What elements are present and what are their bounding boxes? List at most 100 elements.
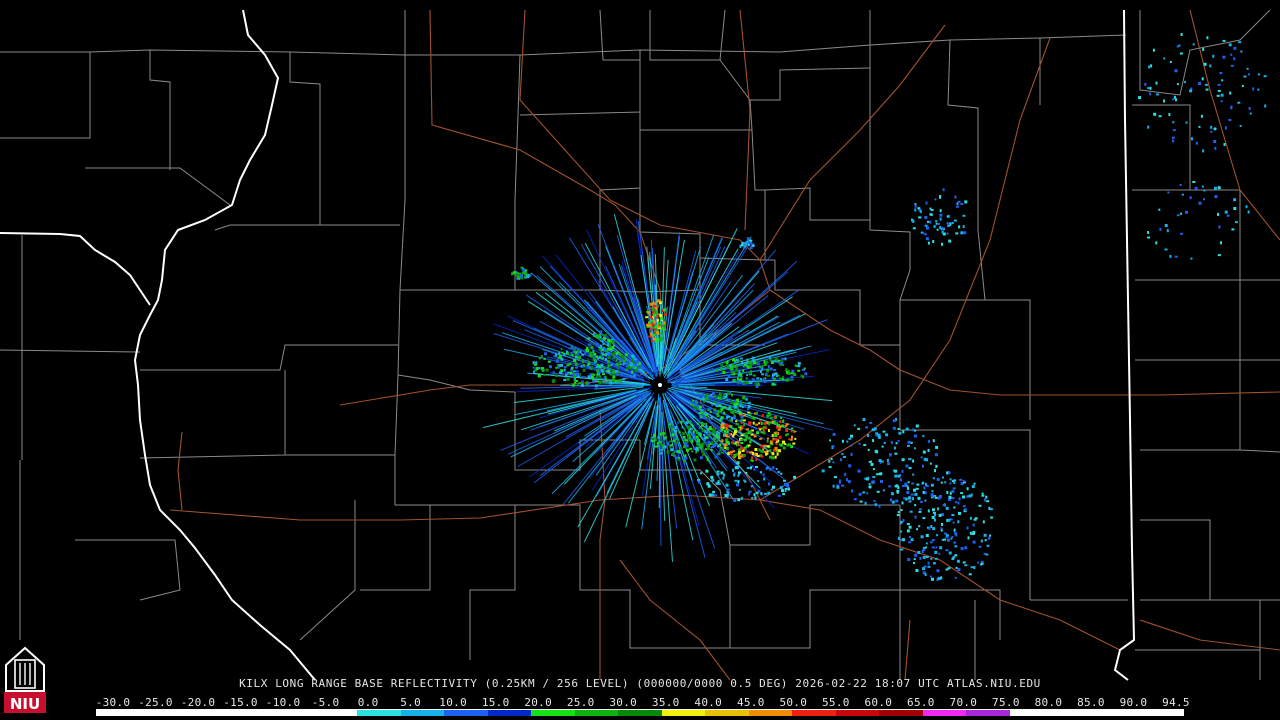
echo-pixel <box>953 506 956 509</box>
echo-pixel <box>663 312 667 316</box>
echo-pixel <box>774 372 778 376</box>
echo-pixel <box>720 364 724 367</box>
echo-pixel <box>879 472 883 476</box>
echo-pixel <box>592 377 595 381</box>
color-bar-segment <box>400 710 445 716</box>
echo-pixel <box>671 433 675 437</box>
echo-pixel <box>785 423 789 426</box>
scale-label: 20.0 <box>524 696 553 709</box>
echo-pixel <box>989 508 993 511</box>
echo-pixel <box>533 363 537 366</box>
echo-pixel <box>625 368 628 371</box>
echo-pixel <box>538 357 541 360</box>
echo-pixel <box>618 373 621 376</box>
echo-pixel <box>787 371 791 375</box>
echo-pixel <box>669 423 671 426</box>
echo-pixel <box>717 480 720 484</box>
echo-pixel <box>622 359 626 362</box>
echo-pixel <box>604 347 607 350</box>
echo-pixel <box>1246 67 1249 70</box>
echo-pixel <box>733 379 736 382</box>
echo-pixel <box>751 497 754 499</box>
echo-pixel <box>790 445 793 448</box>
echo-pixel <box>769 449 772 452</box>
niu-logo-text: NIU <box>10 695 40 713</box>
echo-pixel <box>738 471 741 474</box>
echo-pixel <box>747 405 751 408</box>
echo-pixel <box>764 427 768 430</box>
echo-pixel <box>941 242 943 246</box>
echo-pixel <box>964 200 968 204</box>
scale-label: 75.0 <box>992 696 1020 709</box>
product-credit[interactable]: ATLAS.NIU.EDU <box>947 677 1041 690</box>
scale-label: -30.0 <box>95 696 131 709</box>
echo-pixel <box>779 377 782 381</box>
echo-pixel <box>927 509 930 513</box>
scale-label: 60.0 <box>864 696 893 709</box>
echo-pixel <box>690 423 693 426</box>
echo-pixel <box>571 354 574 357</box>
echo-pixel <box>897 440 900 443</box>
echo-pixel <box>752 417 756 420</box>
echo-pixel <box>748 361 752 363</box>
echo-pixel <box>872 439 875 443</box>
echo-pixel <box>1220 100 1223 103</box>
echo-pixel <box>600 344 603 347</box>
echo-pixel <box>730 393 733 397</box>
echo-pixel <box>970 566 974 569</box>
echo-pixel <box>755 411 758 415</box>
echo-pixel <box>555 366 558 369</box>
echo-pixel <box>738 488 741 491</box>
echo-pixel <box>768 414 772 417</box>
echo-pixel <box>841 484 845 487</box>
echo-pixel <box>906 491 910 494</box>
echo-pixel <box>910 538 914 542</box>
echo-pixel <box>738 444 741 447</box>
echo-pixel <box>740 415 744 419</box>
echo-pixel <box>1217 212 1219 216</box>
echo-pixel <box>922 435 925 438</box>
echo-pixel <box>711 478 715 482</box>
echo-pixel <box>959 478 963 481</box>
echo-pixel <box>1191 137 1193 141</box>
echo-pixel <box>677 450 681 454</box>
echo-pixel <box>740 434 744 437</box>
echo-pixel <box>1230 106 1233 110</box>
echo-pixel <box>1159 227 1162 231</box>
echo-pixel <box>883 442 886 444</box>
echo-pixel <box>863 444 867 446</box>
echo-pixel <box>713 437 716 441</box>
echo-pixel <box>907 444 910 447</box>
echo-pixel <box>788 369 791 372</box>
echo-pixel <box>954 576 957 579</box>
echo-pixel <box>940 527 943 530</box>
echo-pixel <box>524 276 527 278</box>
echo-pixel <box>948 518 951 522</box>
echo-pixel <box>951 497 955 500</box>
echo-pixel <box>763 362 767 366</box>
echo-pixel <box>927 561 930 565</box>
echo-pixel <box>1144 82 1147 86</box>
radar-map[interactable] <box>0 0 1280 720</box>
echo-pixel <box>772 373 775 377</box>
echo-pixel <box>756 362 760 366</box>
echo-pixel <box>736 366 739 370</box>
echo-pixel <box>986 500 990 503</box>
product-title: LONG RANGE BASE REFLECTIVITY <box>275 677 478 690</box>
echo-pixel <box>974 517 978 520</box>
echo-pixel <box>686 436 689 439</box>
echo-pixel <box>1195 141 1198 145</box>
echo-pixel <box>766 437 769 440</box>
echo-pixel <box>984 539 987 542</box>
echo-pixel <box>736 377 739 381</box>
echo-pixel <box>611 340 615 343</box>
echo-pixel <box>756 431 759 435</box>
echo-pixel <box>719 367 723 370</box>
echo-pixel <box>990 516 994 519</box>
echo-pixel <box>1263 75 1267 78</box>
echo-pixel <box>609 342 611 346</box>
echo-pixel <box>1206 36 1209 40</box>
color-bar-segment <box>1053 710 1097 716</box>
echo-pixel <box>760 444 764 448</box>
echo-pixel <box>708 426 712 429</box>
